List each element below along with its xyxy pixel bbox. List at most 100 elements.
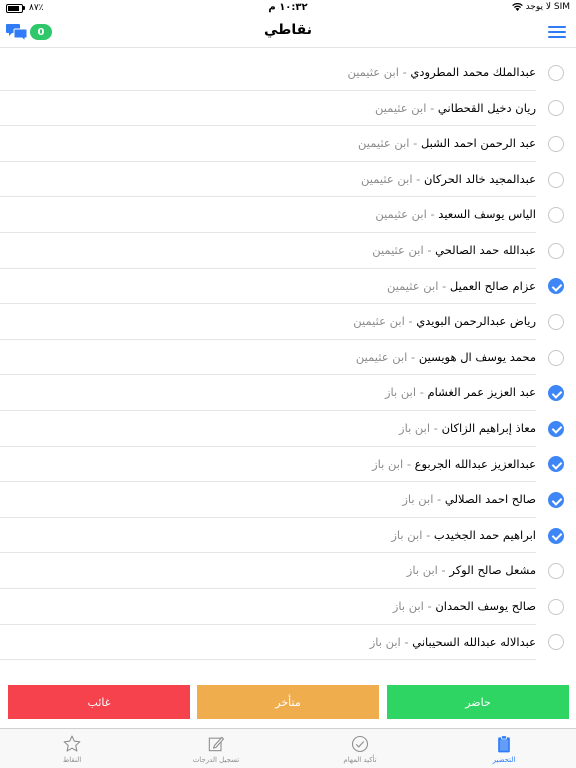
student-entry: ريان دخيل القحطاني - ابن عثيمين [375, 91, 536, 127]
school-name: ابن عثيمين [358, 136, 410, 151]
student-entry: رياض عبدالرحمن البويدي - ابن عثيمين [353, 304, 536, 340]
school-name: ابن عثيمين [347, 65, 399, 79]
separator: - [423, 242, 436, 257]
unchecked-circle-icon[interactable] [548, 349, 564, 366]
student-entry: عبدالعزيز عبدالله الجربوع - ابن باز [372, 447, 536, 483]
student-row[interactable]: عبد الرحمن احمد الشبل - ابن عثيمين [0, 126, 536, 162]
student-entry: عبدالمجيد خالد الحركان - ابن عثيمين [361, 162, 536, 198]
tab-tasks[interactable]: تأكيد المهام [288, 729, 432, 768]
student-name: عبد الرحمن احمد الشبل [420, 136, 536, 151]
student-name: الياس يوسف السعيد [438, 207, 536, 222]
unchecked-circle-icon[interactable] [548, 136, 564, 152]
unchecked-circle-icon[interactable] [548, 563, 564, 580]
school-name: ابن باز [399, 420, 431, 435]
student-name: ابراهيم حمد الجخيدب [433, 527, 536, 542]
student-row[interactable]: ابراهيم حمد الجخيدب - ابن باز [0, 518, 536, 554]
separator: - [423, 598, 436, 613]
student-row[interactable]: صالح يوسف الحمدان - ابن باز [0, 589, 536, 625]
separator: - [403, 456, 415, 471]
status-time: ١٠:٣٢ م [268, 2, 308, 13]
tab-label: النقاط [62, 756, 82, 764]
tab-points[interactable]: النقاط [0, 729, 144, 768]
student-entry: الياس يوسف السعيد - ابن عثيمين [375, 197, 536, 233]
student-row[interactable]: عبدالله حمد الصالحي - ابن عثيمين [0, 233, 536, 269]
student-entry: عزام صالح العميل - ابن عثيمين [387, 269, 536, 305]
school-name: ابن عثيمين [353, 314, 405, 329]
status-bar: ٨٧٪ ١٠:٣٢ م لا يوجد SIM [0, 0, 576, 16]
unchecked-circle-icon[interactable] [548, 64, 564, 81]
hamburger-menu-icon[interactable] [548, 26, 566, 38]
student-row[interactable]: ريان دخيل القحطاني - ابن عثيمين [0, 91, 536, 127]
student-row[interactable]: عزام صالح العميل - ابن عثيمين [0, 269, 536, 305]
student-entry: عبدالاله عبدالله السحيباني - ابن باز [370, 625, 536, 661]
student-entry: عبد الرحمن احمد الشبل - ابن عثيمين [358, 126, 536, 162]
student-row[interactable]: عبدالعزيز عبدالله الجربوع - ابن باز [0, 447, 536, 483]
school-name: ابن باز [392, 598, 424, 613]
student-row[interactable]: محمد يوسف ال هويسين - ابن عثيمين [0, 340, 536, 376]
unchecked-circle-icon[interactable] [548, 242, 564, 259]
student-entry: مشعل صالح الوكر - ابن باز [407, 553, 536, 589]
unchecked-circle-icon[interactable] [548, 598, 564, 615]
tab-label: تسجيل الدرجات [192, 756, 240, 764]
student-name: عبد العزيز عمر الغشام [427, 385, 536, 400]
student-row[interactable]: مشعل صالح الوكر - ابن باز [0, 553, 536, 589]
student-name: عبدالله حمد الصالحي [435, 242, 536, 257]
student-name: مشعل صالح الوكر [449, 563, 536, 578]
checked-circle-icon[interactable] [548, 385, 564, 402]
student-name: صالح يوسف الحمدان [435, 598, 536, 613]
unchecked-circle-icon[interactable] [548, 171, 564, 188]
checked-circle-icon[interactable] [548, 492, 564, 508]
separator: - [430, 420, 442, 435]
student-row[interactable]: الياس يوسف السعيد - ابن عثيمين [0, 197, 536, 233]
school-name: ابن باز [369, 634, 401, 649]
school-name: ابن عثيمين [372, 242, 424, 257]
tab-attendance[interactable]: التحضير [432, 729, 576, 768]
student-row[interactable]: رياض عبدالرحمن البويدي - ابن عثيمين [0, 304, 536, 340]
school-name: ابن باز [384, 385, 417, 400]
unchecked-circle-icon[interactable] [548, 634, 564, 651]
student-name: عبدالملك محمد المطرودي [410, 65, 536, 79]
school-name: ابن باز [391, 527, 423, 542]
student-row[interactable]: عبدالاله عبدالله السحيباني - ابن باز [0, 625, 536, 661]
separator: - [426, 100, 438, 115]
tab-bar: النقاط تسجيل الدرجات تأكيد المهام التحضي… [0, 728, 576, 768]
absent-button[interactable]: غائب [8, 685, 190, 719]
school-name: ابن باز [402, 492, 434, 507]
present-button[interactable]: حاضر [387, 685, 569, 719]
student-name: معاذ إبراهيم الزاكان [441, 420, 536, 435]
student-row[interactable]: عبد العزيز عمر الغشام - ابن باز [0, 375, 536, 411]
star-icon [63, 735, 81, 752]
student-entry: عبد العزيز عمر الغشام - ابن باز [385, 375, 536, 411]
checkmark-circle-icon [351, 735, 369, 753]
student-row[interactable]: عبدالمجيد خالد الحركان - ابن عثيمين [0, 162, 536, 198]
tab-grades[interactable]: تسجيل الدرجات [144, 729, 288, 768]
clipboard-icon [498, 735, 510, 753]
school-name: ابن عثيمين [386, 278, 439, 293]
tab-label: التحضير [492, 756, 516, 764]
school-name: ابن عثيمين [361, 171, 413, 186]
student-row[interactable]: صالح احمد الصلالي - ابن باز [0, 482, 536, 518]
student-name: عبدالاله عبدالله السحيباني [412, 634, 536, 649]
checked-circle-icon[interactable] [548, 420, 564, 437]
school-name: ابن باز [406, 563, 438, 578]
navigation-bar: 0 نقاطي [0, 16, 576, 48]
student-row[interactable]: عبدالملك محمد المطرودي - ابن عثيمين [0, 55, 536, 91]
student-name: صالح احمد الصلالي [444, 492, 536, 507]
unchecked-circle-icon[interactable] [548, 207, 564, 224]
student-name: عبدالمجيد خالد الحركان [423, 171, 536, 186]
unchecked-circle-icon[interactable] [548, 100, 564, 117]
checked-circle-icon[interactable] [548, 456, 564, 473]
checked-circle-icon[interactable] [548, 278, 564, 295]
student-name: ريان دخيل القحطاني [437, 100, 536, 115]
separator: - [412, 171, 424, 186]
student-row[interactable]: معاذ إبراهيم الزاكان - ابن باز [0, 411, 536, 447]
school-name: ابن عثيمين [355, 349, 408, 364]
student-entry: معاذ إبراهيم الزاكان - ابن باز [399, 411, 536, 447]
separator: - [400, 634, 413, 649]
checked-circle-icon[interactable] [548, 527, 564, 544]
separator: - [404, 314, 417, 329]
separator: - [409, 136, 421, 151]
unchecked-circle-icon[interactable] [548, 314, 564, 330]
late-button[interactable]: متأخر [197, 685, 379, 719]
attendance-actions: غائب متأخر حاضر [8, 685, 570, 719]
